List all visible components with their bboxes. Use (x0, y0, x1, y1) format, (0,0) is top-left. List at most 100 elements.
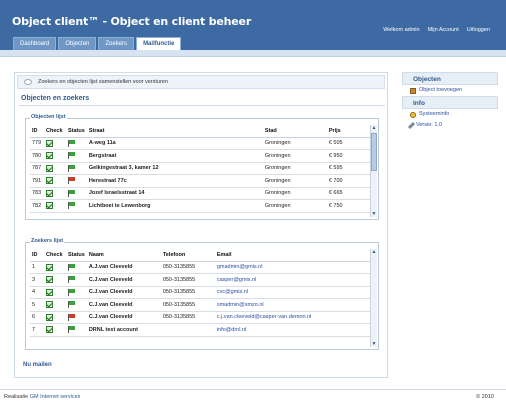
app-title: Object client™ - Object en client beheer (12, 15, 252, 28)
row-status-cell (66, 311, 87, 324)
col-check: Check (44, 125, 66, 138)
table-row[interactable]: 5 C.J.van Cleeveld 050-3135855 smadmin@smzo… (30, 298, 370, 312)
tab-objecten[interactable]: Objecten (58, 37, 97, 50)
objects-header-row: ID Check Status Straat Stad Prijs (30, 125, 370, 138)
objects-body: 779 A-weg 11a Groningen € 505 780 Bergstraat G… (30, 137, 370, 213)
row-price: € 505 (326, 137, 370, 150)
flag-icon (68, 152, 76, 160)
checkbox[interactable] (46, 139, 53, 147)
seekers-scrollbar[interactable]: ▲ ▼ (370, 249, 377, 347)
scroll-down-icon[interactable]: ▼ (371, 341, 377, 347)
row-check-cell (44, 311, 66, 324)
tab-zoekers[interactable]: Zoekers (98, 37, 135, 50)
seekers-body: 1 A.J.van Cleeveld 050-3135855 gmadmin@gmis… (30, 261, 370, 337)
row-status-cell (66, 298, 87, 312)
scroll-up-icon[interactable]: ▲ (371, 125, 377, 131)
row-phone: 050-3135855 (160, 298, 215, 312)
notice-text: Zoekers en objecten lijst samenstellen v… (38, 79, 168, 85)
row-check-cell (44, 162, 66, 175)
sidebar-item-add-object[interactable]: Object toevoegen (402, 85, 498, 96)
table-row[interactable]: 780 Bergstraat Groningen € 950 (30, 149, 370, 163)
checkbox[interactable] (46, 301, 53, 309)
table-row[interactable]: 787 Gelkingestraat 3, kamer 12 Groningen € … (30, 162, 370, 175)
table-row[interactable]: 6 C.J.van Cleeveld 050-3135855 c.j.van.clee… (30, 311, 370, 324)
sidebar-heading-objecten: Objecten (402, 72, 498, 85)
checkbox[interactable] (46, 313, 53, 321)
seekers-header-row: ID Check Status Naam Telefoon Email (30, 249, 370, 262)
row-email: gmadmin@gmis.nl (214, 261, 370, 274)
checkbox[interactable] (46, 202, 53, 210)
flag-icon (68, 313, 76, 321)
table-row[interactable]: 791 Herestraat 77c Groningen € 700 (30, 174, 370, 188)
table-row[interactable]: 4 C.J.van Cleeveld 050-3135855 cvc@gmis.nl (30, 286, 370, 299)
scroll-thumb[interactable] (371, 133, 377, 171)
checkbox[interactable] (46, 189, 53, 197)
objects-scrollbar[interactable]: ▲ ▼ (370, 125, 377, 217)
checkbox[interactable] (46, 288, 53, 296)
col-status: Status (66, 125, 87, 138)
row-status-cell (66, 174, 87, 188)
flag-icon (68, 164, 76, 172)
checkbox[interactable] (46, 152, 53, 160)
my-account-link[interactable]: Mijn Account (428, 27, 459, 33)
notice-bar: Zoekers en objecten lijst samenstellen v… (17, 75, 385, 89)
tab-mailfunctie[interactable]: Mailfunctie (136, 37, 182, 51)
sidebar-item-systeminfo[interactable]: Systeeminfo (402, 109, 498, 120)
flag-icon (68, 263, 76, 271)
col-phone: Telefoon (160, 249, 215, 262)
col-id: ID (30, 125, 44, 138)
col-name: Naam (86, 249, 161, 262)
row-check-cell (44, 137, 66, 150)
sidebar-item-label: Object toevoegen (419, 87, 463, 93)
seekers-legend: Zoekers lijst (30, 238, 65, 244)
footer-brand-link[interactable]: GM Internet services (30, 394, 81, 400)
row-id: 783 (30, 187, 44, 200)
checkbox[interactable] (46, 164, 53, 172)
footer-divider (0, 389, 506, 390)
scroll-up-icon[interactable]: ▲ (371, 249, 377, 255)
sidebar-item-label: Systeeminfo (419, 111, 450, 117)
table-row[interactable]: 1 A.J.van Cleeveld 050-3135855 gmadmin@gmis… (30, 261, 370, 274)
row-price: € 700 (326, 174, 370, 188)
checkbox[interactable] (46, 326, 53, 334)
flag-icon (68, 276, 76, 284)
col-street: Straat (86, 125, 263, 138)
table-row[interactable]: 782 Lichtboei te Lewenborg Groningen € 750 (30, 199, 370, 213)
person-icon (410, 111, 416, 118)
row-street: Gelkingestraat 3, kamer 12 (86, 162, 263, 175)
main-panel: Zoekers en objecten lijst samenstellen v… (14, 72, 388, 378)
row-check-cell (44, 149, 66, 163)
sidebar: Objecten Object toevoegen Info Systeemin… (402, 72, 498, 131)
row-name: A.J.van Cleeveld (86, 261, 161, 274)
flag-icon (68, 177, 76, 185)
row-id: 1 (30, 261, 44, 274)
logout-link[interactable]: Uitloggen (467, 27, 490, 33)
main-tabs: Dashboard Objecten Zoekers Mailfunctie (13, 37, 182, 51)
section-divider (19, 105, 385, 106)
col-status: Status (66, 249, 87, 262)
row-street: Herestraat 77c (86, 174, 263, 188)
tab-dashboard[interactable]: Dashboard (13, 37, 57, 50)
row-city: Groningen (262, 149, 327, 163)
table-row[interactable]: 783 Jozef Israelsstraat 14 Groningen € 665 (30, 187, 370, 200)
row-email: cvc@gmis.nl (214, 286, 370, 299)
row-status-cell (66, 149, 87, 163)
row-phone: 050-3135855 (160, 311, 215, 324)
sidebar-heading-info: Info (402, 96, 498, 109)
row-status-cell (66, 187, 87, 200)
table-row[interactable]: 3 C.J.van Cleeveld 050-3135855 casper@gmis.… (30, 273, 370, 287)
table-row[interactable]: 779 A-weg 11a Groningen € 505 (30, 137, 370, 150)
table-row[interactable]: 7 DRNL test account info@drnl.nl (30, 323, 370, 337)
flag-icon (68, 301, 76, 309)
row-check-cell (44, 286, 66, 299)
send-mail-link[interactable]: Nu mailen (23, 362, 52, 368)
objects-table: ID Check Status Straat Stad Prijs 779 A-w… (30, 125, 370, 213)
scroll-down-icon[interactable]: ▼ (371, 211, 377, 217)
checkbox[interactable] (46, 263, 53, 271)
row-name: C.J.van Cleeveld (86, 298, 161, 312)
row-price: € 595 (326, 162, 370, 175)
checkbox[interactable] (46, 276, 53, 284)
checkbox[interactable] (46, 177, 53, 185)
row-id: 4 (30, 286, 44, 299)
welcome-link[interactable]: Welkom admin (383, 27, 419, 33)
